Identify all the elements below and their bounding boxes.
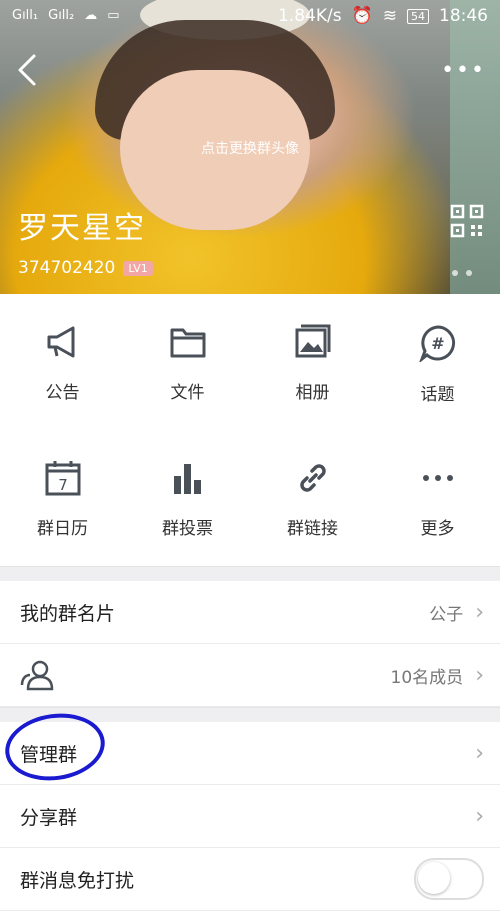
chevron-right-icon: › (475, 803, 484, 829)
battery-icon: 54 (407, 8, 429, 24)
feature-more[interactable]: 更多 (375, 460, 500, 580)
wifi-icon: ≋ (382, 6, 397, 26)
row-label: 群消息免打扰 (20, 869, 135, 892)
feature-label: 话题 (420, 385, 455, 405)
message-icon: ▭ (107, 8, 120, 23)
level-badge: LV1 (123, 260, 153, 276)
megaphone-icon (47, 326, 74, 358)
signal-1-icon: Gıll₁ (12, 8, 39, 23)
feature-announcement[interactable]: 公告 (0, 324, 125, 444)
feature-vote[interactable]: 群投票 (125, 460, 250, 580)
calendar-icon: 7 (45, 461, 80, 496)
change-avatar-link[interactable]: 点击更换群头像 (0, 138, 500, 158)
member-count: 10名成员 (390, 667, 464, 688)
my-group-card-row[interactable]: 我的群名片 公子 › (0, 581, 500, 644)
cloud-icon: ☁ (84, 8, 98, 23)
signal-2-icon: Gıll₂ (48, 8, 75, 23)
bar-chart-icon (173, 464, 201, 494)
more-options-icon[interactable]: ••• (441, 58, 486, 83)
qr-code-icon[interactable] (450, 204, 484, 238)
members-icon (20, 660, 54, 691)
svg-text:#: # (431, 334, 444, 353)
feature-label: 相册 (295, 383, 330, 403)
alarm-icon: ⏰ (351, 6, 373, 26)
group-card-value: 公子 (429, 604, 464, 625)
photo-page-indicator (452, 270, 472, 276)
hashtag-icon: # (418, 325, 455, 362)
folder-icon (170, 328, 205, 358)
back-arrow-icon[interactable] (12, 52, 42, 88)
feature-label: 群链接 (287, 519, 338, 539)
feature-label: 公告 (45, 383, 80, 403)
chevron-right-icon: › (475, 740, 484, 766)
link-icon (299, 464, 326, 492)
share-group-row[interactable]: 分享群 › (0, 785, 500, 848)
members-row[interactable]: 10名成员 › (0, 644, 500, 707)
feature-link[interactable]: 群链接 (250, 460, 375, 580)
group-name: 罗天星空 (18, 211, 146, 246)
status-bar: Gıll₁ Gıll₂ ☁ ▭ 1.84K/s ⏰ ≋ 54 18:46 (0, 0, 500, 34)
feature-files[interactable]: 文件 (125, 324, 250, 444)
chevron-right-icon: › (475, 599, 484, 625)
clock: 18:46 (439, 6, 488, 26)
feature-grid: 公告 文件 相册 # 话题 7 群日历 群投票 群链接 更多 (0, 294, 500, 566)
network-speed: 1.84K/s (277, 6, 342, 26)
calendar-day: 7 (58, 476, 68, 494)
feature-label: 文件 (170, 383, 205, 403)
feature-calendar[interactable]: 7 群日历 (0, 460, 125, 580)
group-id-row: 374702420 LV1 (18, 258, 153, 278)
group-header[interactable]: Gıll₁ Gıll₂ ☁ ▭ 1.84K/s ⏰ ≋ 54 18:46 •••… (0, 0, 500, 294)
row-label: 分享群 (20, 806, 78, 829)
feature-label: 群投票 (162, 519, 213, 539)
chevron-right-icon: › (475, 662, 484, 688)
group-id: 374702420 (18, 258, 116, 278)
do-not-disturb-row: 群消息免打扰 (0, 848, 500, 911)
feature-album[interactable]: 相册 (250, 324, 375, 444)
row-label: 我的群名片 (20, 602, 116, 625)
feature-topics[interactable]: # 话题 (375, 324, 500, 444)
album-icon (295, 324, 330, 358)
do-not-disturb-toggle[interactable] (414, 858, 484, 900)
feature-label: 群日历 (37, 519, 88, 539)
more-icon (422, 475, 453, 481)
feature-label: 更多 (420, 519, 455, 539)
